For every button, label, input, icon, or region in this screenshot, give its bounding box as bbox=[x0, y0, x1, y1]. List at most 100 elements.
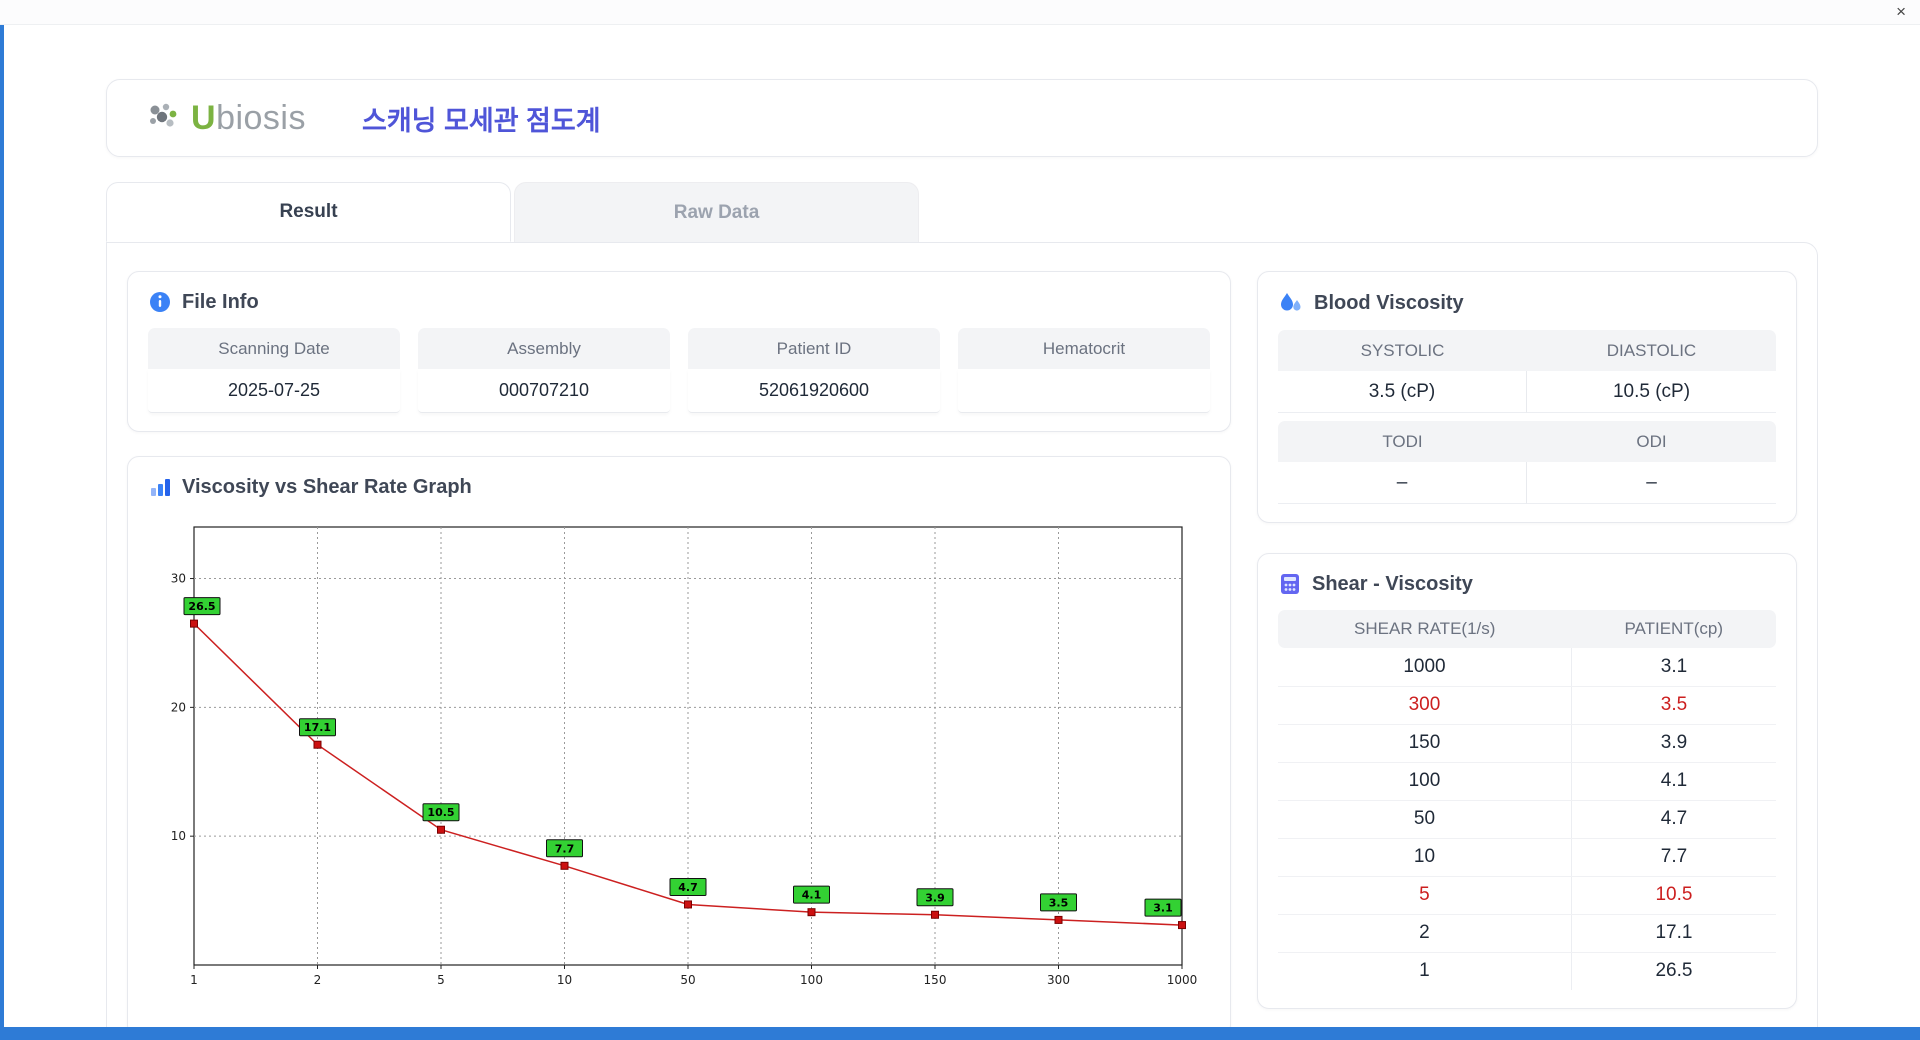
patient-cell: 3.9 bbox=[1571, 724, 1776, 763]
viscosity-graph-card: Viscosity vs Shear Rate Graph 10 20 30 1 2 5 1… bbox=[127, 456, 1231, 1037]
patient-cell: 3.5 bbox=[1571, 686, 1776, 725]
shear-rate-cell: 10 bbox=[1278, 838, 1572, 877]
field-assembly: Assembly 000707210 bbox=[418, 328, 670, 413]
table-row: 150 3.9 bbox=[1278, 724, 1776, 763]
svg-text:7.7: 7.7 bbox=[555, 842, 575, 855]
svg-text:26.5: 26.5 bbox=[188, 600, 215, 613]
droplets-icon bbox=[1278, 290, 1304, 316]
todi-label: TODI bbox=[1278, 421, 1527, 462]
svg-text:10.5: 10.5 bbox=[427, 806, 454, 819]
shear-rate-cell: 2 bbox=[1278, 914, 1572, 953]
patient-cell: 10.5 bbox=[1571, 876, 1776, 915]
table-row: 1000 3.1 bbox=[1278, 648, 1776, 687]
tab-result[interactable]: Result bbox=[106, 182, 511, 242]
patient-cell: 7.7 bbox=[1571, 838, 1776, 877]
ubiosis-logo-icon bbox=[145, 100, 185, 136]
svg-text:2: 2 bbox=[314, 973, 322, 987]
field-scanning-date: Scanning Date 2025-07-25 bbox=[148, 328, 400, 413]
table-row: 300 3.5 bbox=[1278, 686, 1776, 725]
diastolic-label: DIASTOLIC bbox=[1527, 330, 1776, 371]
svg-text:4.7: 4.7 bbox=[678, 881, 698, 894]
calculator-icon bbox=[1278, 572, 1302, 596]
svg-text:300: 300 bbox=[1047, 973, 1070, 987]
window-left-edge bbox=[0, 25, 4, 1040]
patient-cell: 3.1 bbox=[1571, 648, 1776, 687]
patient-cell: 4.7 bbox=[1571, 800, 1776, 839]
viscosity-chart: 10 20 30 1 2 5 10 50 100 150 300 1000 26.5 17.1 10.5 7.… bbox=[148, 513, 1210, 1018]
svg-text:100: 100 bbox=[800, 973, 823, 987]
file-info-card: File Info Scanning Date 2025-07-25 Assem… bbox=[127, 271, 1231, 432]
table-row: 100 4.1 bbox=[1278, 762, 1776, 801]
right-column: Blood Viscosity SYSTOLIC DIASTOLIC 3.5 (… bbox=[1257, 271, 1797, 1037]
graph-title: Viscosity vs Shear Rate Graph bbox=[182, 475, 472, 498]
shear-rate-cell: 1000 bbox=[1278, 648, 1572, 687]
patient-cell: 17.1 bbox=[1571, 914, 1776, 953]
shear-rate-cell: 300 bbox=[1278, 686, 1572, 725]
ubiosis-logo: Ubiosis bbox=[145, 99, 306, 138]
field-hematocrit: Hematocrit bbox=[958, 328, 1210, 413]
svg-text:50: 50 bbox=[680, 973, 695, 987]
todi-value: – bbox=[1278, 462, 1527, 504]
tab-raw-data[interactable]: Raw Data bbox=[514, 182, 919, 242]
table-row: 2 17.1 bbox=[1278, 914, 1776, 953]
diastolic-value: 10.5 (cP) bbox=[1527, 371, 1776, 413]
svg-text:150: 150 bbox=[924, 973, 947, 987]
table-row: 1 26.5 bbox=[1278, 952, 1776, 990]
field-value: 000707210 bbox=[418, 369, 670, 413]
svg-text:3.5: 3.5 bbox=[1049, 896, 1069, 909]
shear-viscosity-card: Shear - Viscosity SHEAR RATE(1/s) PATIEN… bbox=[1257, 553, 1797, 1009]
close-icon[interactable]: × bbox=[1896, 2, 1906, 22]
field-patient-id: Patient ID 52061920600 bbox=[688, 328, 940, 413]
shear-rate-column-header: SHEAR RATE(1/s) bbox=[1278, 610, 1572, 648]
svg-text:4.1: 4.1 bbox=[802, 889, 822, 902]
svg-text:1000: 1000 bbox=[1167, 973, 1198, 987]
field-label: Scanning Date bbox=[148, 328, 400, 369]
blood-viscosity-title: Blood Viscosity bbox=[1314, 291, 1464, 314]
odi-value: – bbox=[1527, 462, 1776, 504]
field-value: 2025-07-25 bbox=[148, 369, 400, 413]
patient-cell: 26.5 bbox=[1655, 960, 1693, 982]
table-row: 50 4.7 bbox=[1278, 800, 1776, 839]
field-label: Assembly bbox=[418, 328, 670, 369]
blood-viscosity-grid: SYSTOLIC DIASTOLIC 3.5 (cP) 10.5 (cP) TO… bbox=[1278, 330, 1776, 504]
logo-text: Ubiosis bbox=[191, 98, 306, 137]
field-value: 52061920600 bbox=[688, 369, 940, 413]
field-value bbox=[958, 369, 1210, 413]
info-icon bbox=[148, 290, 172, 314]
patient-cell: 4.1 bbox=[1571, 762, 1776, 801]
systolic-value: 3.5 (cP) bbox=[1278, 371, 1527, 413]
bar-chart-icon bbox=[148, 475, 172, 499]
shear-viscosity-title: Shear - Viscosity bbox=[1312, 572, 1473, 595]
svg-text:1: 1 bbox=[190, 973, 198, 987]
table-row: 5 10.5 bbox=[1278, 876, 1776, 915]
window-bottom-edge bbox=[0, 1027, 1920, 1040]
field-label: Hematocrit bbox=[958, 328, 1210, 369]
window-titlebar: × bbox=[0, 0, 1920, 25]
shear-rate-cell: 1 bbox=[1278, 952, 1572, 990]
blood-viscosity-card: Blood Viscosity SYSTOLIC DIASTOLIC 3.5 (… bbox=[1257, 271, 1797, 523]
shear-rate-cell: 50 bbox=[1278, 800, 1572, 839]
shear-rate-cell: 150 bbox=[1278, 724, 1572, 763]
svg-text:3.1: 3.1 bbox=[1153, 902, 1173, 915]
systolic-label: SYSTOLIC bbox=[1278, 330, 1527, 371]
page-title: 스캐닝 모세관 점도계 bbox=[362, 105, 601, 136]
odi-label: ODI bbox=[1527, 421, 1776, 462]
svg-text:30: 30 bbox=[171, 572, 186, 586]
app-header: Ubiosis 스캐닝 모세관 점도계 bbox=[106, 79, 1818, 157]
svg-text:17.1: 17.1 bbox=[304, 721, 331, 734]
shear-rate-cell: 100 bbox=[1278, 762, 1572, 801]
svg-text:10: 10 bbox=[557, 973, 572, 987]
svg-text:20: 20 bbox=[171, 700, 186, 714]
left-column: File Info Scanning Date 2025-07-25 Assem… bbox=[127, 271, 1231, 1037]
shear-rate-cell: 5 bbox=[1278, 876, 1572, 915]
shear-viscosity-table: SHEAR RATE(1/s) PATIENT(cp) 1000 3.1 300 3… bbox=[1278, 610, 1776, 990]
file-info-title: File Info bbox=[182, 290, 259, 313]
result-panel: File Info Scanning Date 2025-07-25 Assem… bbox=[106, 242, 1818, 1040]
file-info-fields: Scanning Date 2025-07-25 Assembly 000707… bbox=[148, 328, 1210, 413]
field-label: Patient ID bbox=[688, 328, 940, 369]
svg-text:3.9: 3.9 bbox=[925, 891, 945, 904]
main-container: Ubiosis 스캐닝 모세관 점도계 Result Raw Data File… bbox=[0, 0, 1920, 1040]
svg-text:10: 10 bbox=[171, 829, 186, 843]
tab-bar: Result Raw Data bbox=[106, 182, 1818, 242]
svg-text:5: 5 bbox=[437, 973, 445, 987]
